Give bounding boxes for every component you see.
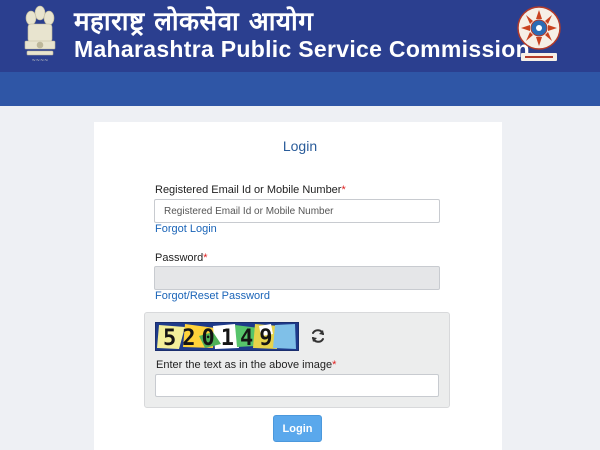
captcha-text: 520149 [163, 326, 278, 351]
password-input[interactable] [154, 266, 440, 290]
required-mark: * [341, 184, 346, 196]
username-label-text: Registered Email Id or Mobile Number [155, 184, 342, 196]
forgot-login-link[interactable]: Forgot Login [155, 223, 217, 235]
login-button[interactable]: Login [273, 415, 322, 442]
captcha-label: Enter the text as in the above image* [156, 359, 336, 371]
state-emblem-icon: ~~~~ [24, 5, 56, 64]
header-title-marathi: महाराष्ट्र लोकसेवा आयोग [74, 7, 314, 37]
refresh-icon[interactable] [309, 327, 327, 345]
captcha-label-text: Enter the text as in the above image [156, 359, 333, 371]
captcha-input[interactable] [155, 374, 439, 397]
captcha-image: 520149 [155, 322, 299, 351]
required-mark: * [332, 359, 337, 371]
forgot-password-link[interactable]: Forgot/Reset Password [155, 290, 270, 302]
password-label: Password* [155, 252, 208, 264]
username-input[interactable] [154, 199, 440, 223]
login-title: Login [282, 138, 318, 154]
username-label: Registered Email Id or Mobile Number* [155, 184, 346, 196]
header-title-english: Maharashtra Public Service Commission [74, 36, 530, 62]
required-mark: * [203, 252, 208, 264]
svg-text:~~~~: ~~~~ [32, 58, 49, 64]
password-label-text: Password [155, 252, 204, 264]
mpsc-seal-icon [517, 6, 561, 61]
